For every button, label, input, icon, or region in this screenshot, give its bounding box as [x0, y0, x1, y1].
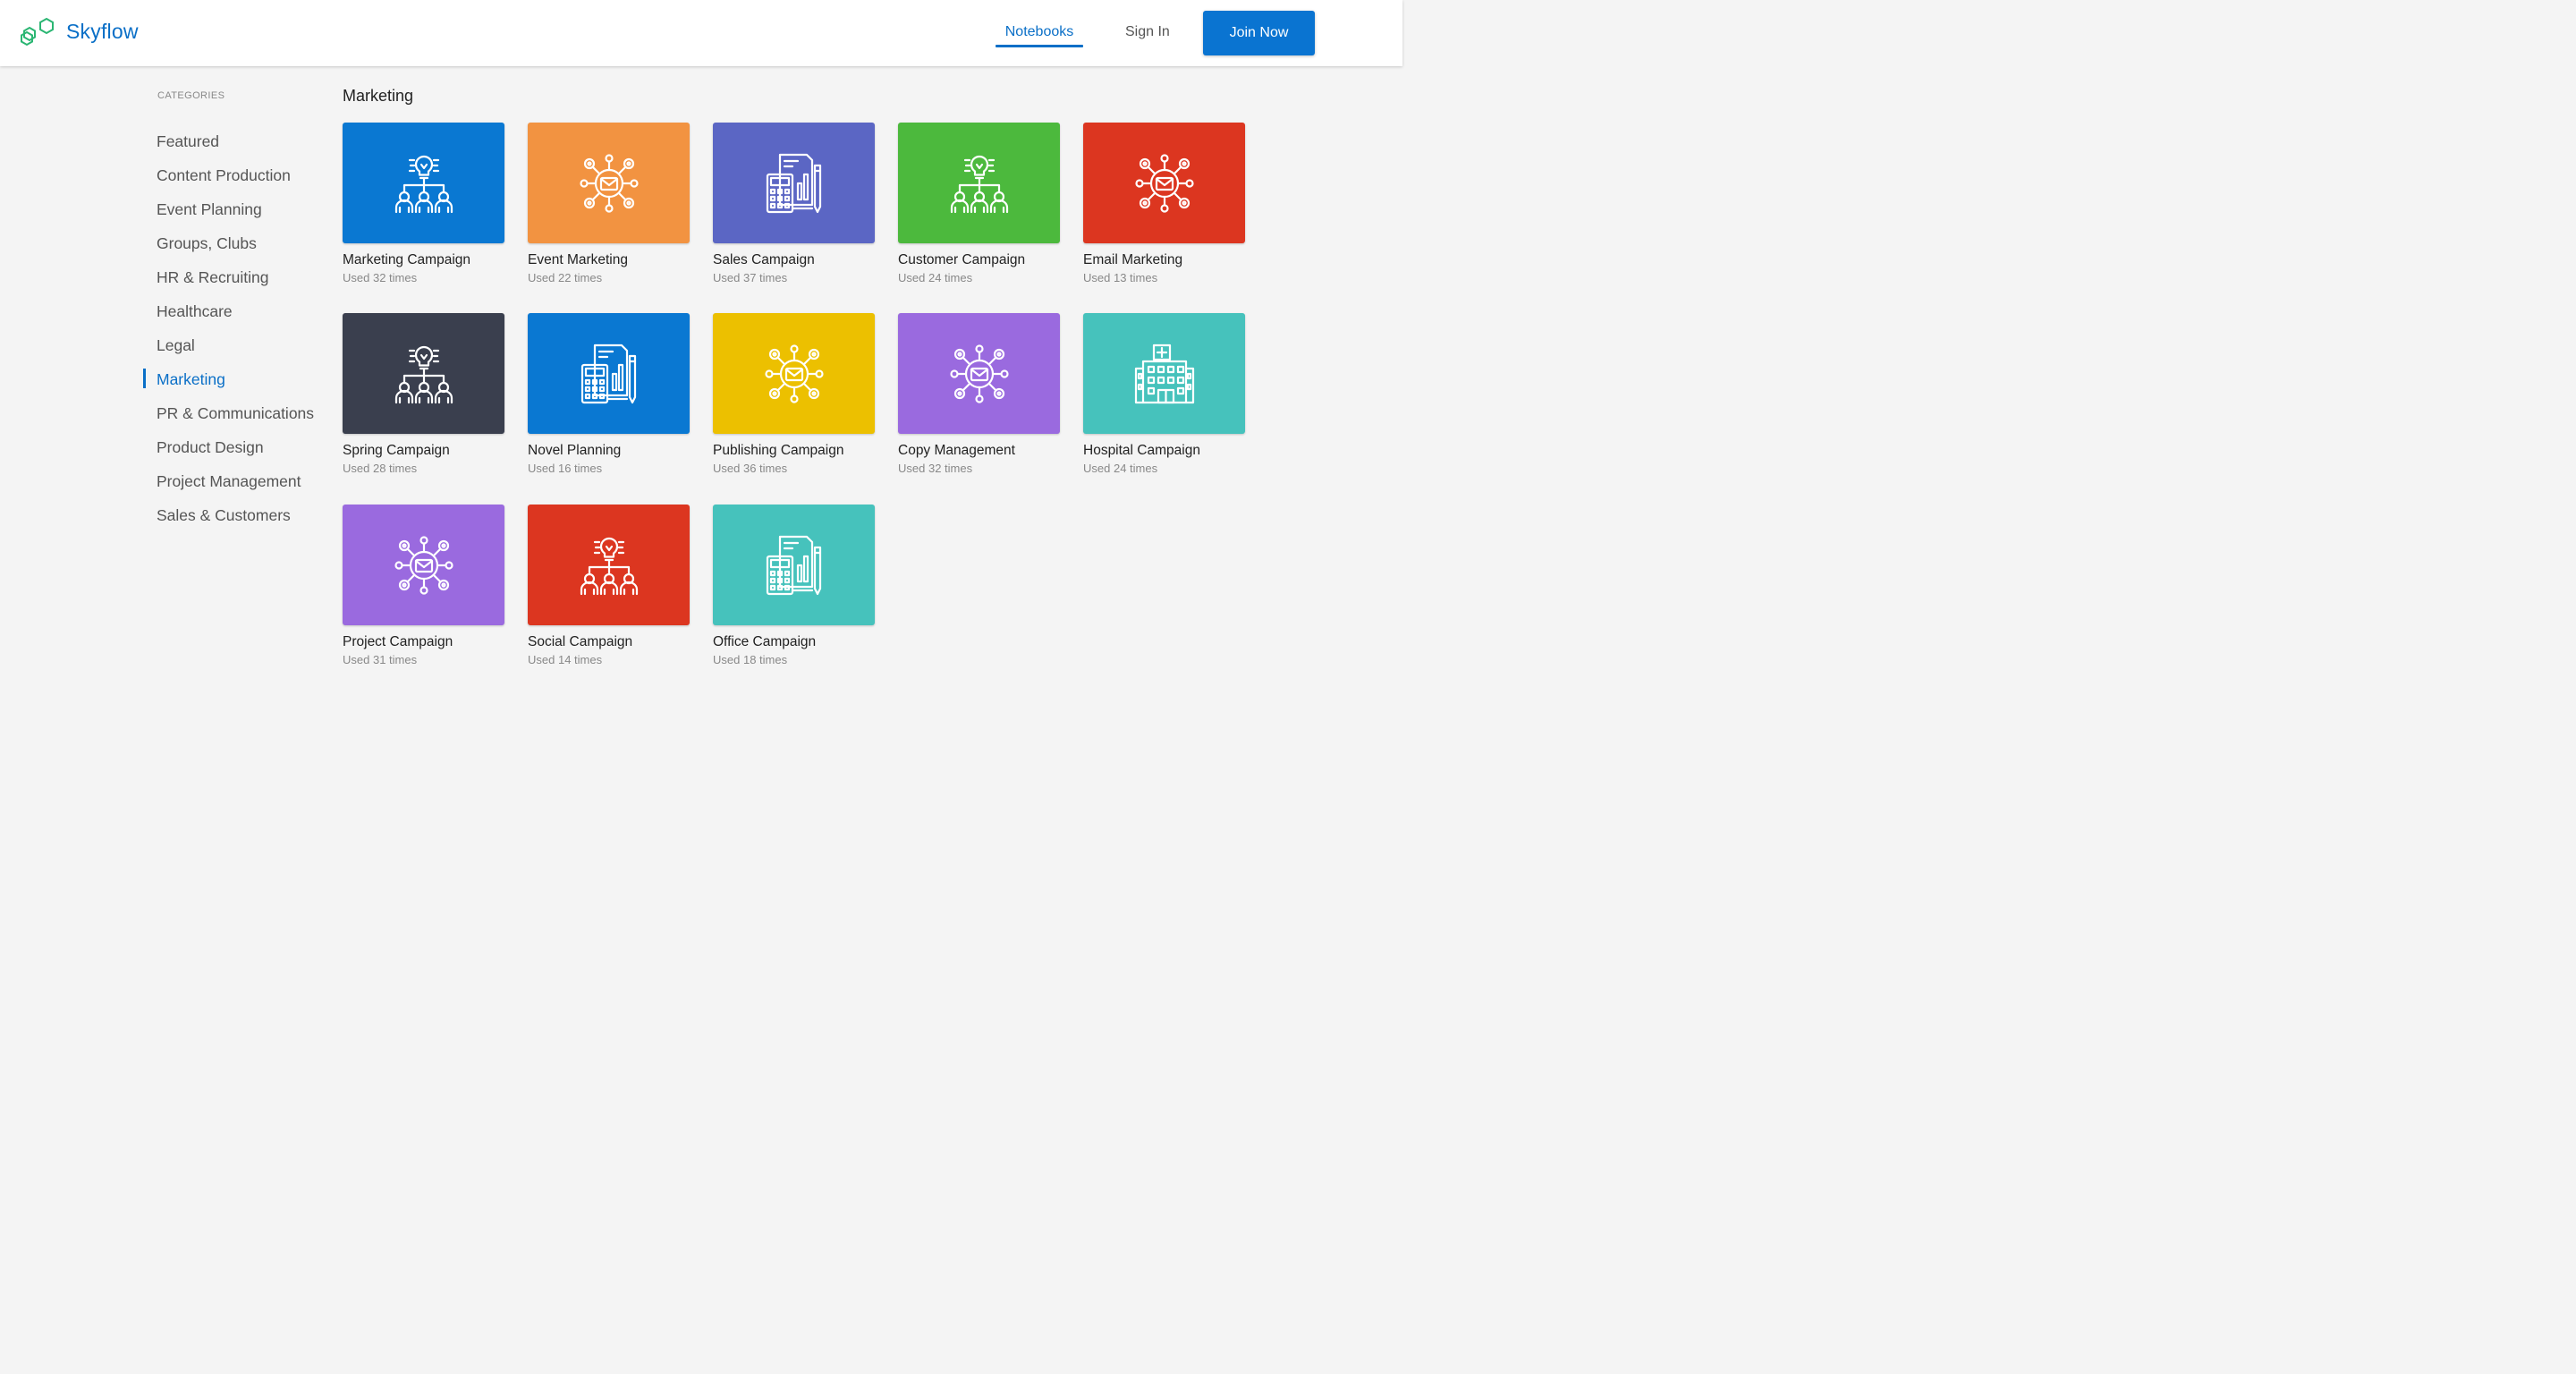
- template-title[interactable]: Sales Campaign: [713, 252, 875, 268]
- nav-sign-in[interactable]: Sign In: [1125, 24, 1170, 40]
- template-card-novel-planning[interactable]: Novel Planning Used 16 times: [528, 313, 690, 475]
- email-network-icon: [949, 344, 1009, 403]
- template-card-event-marketing[interactable]: Event Marketing Used 22 times: [528, 123, 690, 284]
- categories-heading: CATEGORIES: [157, 90, 225, 101]
- template-card-customer-campaign[interactable]: Customer Campaign Used 24 times: [898, 123, 1060, 284]
- template-title[interactable]: Marketing Campaign: [343, 252, 504, 268]
- template-usage-count: Used 32 times: [898, 462, 973, 475]
- hexagons-logo-icon[interactable]: [20, 16, 59, 48]
- email-network-icon: [764, 344, 824, 403]
- template-thumbnail[interactable]: [528, 123, 690, 243]
- template-grid: Marketing Campaign Used 32 times Event Ma…: [343, 123, 1264, 695]
- sidebar-item-pr-and-communications[interactable]: PR & Communications: [143, 403, 314, 437]
- template-usage-count: Used 31 times: [343, 653, 418, 666]
- template-title[interactable]: Copy Management: [898, 443, 1060, 459]
- template-card-spring-campaign[interactable]: Spring Campaign Used 28 times: [343, 313, 504, 475]
- template-usage-count: Used 28 times: [343, 462, 418, 475]
- template-thumbnail[interactable]: [898, 123, 1060, 243]
- template-card-social-campaign[interactable]: Social Campaign Used 14 times: [528, 505, 690, 666]
- calculator-report-icon: [766, 535, 821, 595]
- brand-name[interactable]: Skyflow: [66, 20, 139, 44]
- template-card-email-marketing[interactable]: Email Marketing Used 13 times: [1083, 123, 1245, 284]
- template-thumbnail[interactable]: [898, 313, 1060, 434]
- sidebar-item-featured[interactable]: Featured: [143, 131, 314, 165]
- idea-team-icon: [580, 537, 638, 595]
- sidebar-item-marketing[interactable]: Marketing: [143, 369, 314, 403]
- sidebar-item-hr-and-recruiting[interactable]: HR & Recruiting: [143, 267, 314, 301]
- template-usage-count: Used 16 times: [528, 462, 603, 475]
- template-title[interactable]: Project Campaign: [343, 634, 504, 650]
- template-thumbnail[interactable]: [343, 123, 504, 243]
- categories-list: Featured Content Production Event Planning…: [143, 131, 314, 539]
- template-title[interactable]: Event Marketing: [528, 252, 690, 268]
- template-usage-count: Used 13 times: [1083, 271, 1158, 284]
- template-title[interactable]: Hospital Campaign: [1083, 443, 1245, 459]
- top-header: Skyflow Notebooks Sign In Join Now: [0, 0, 1402, 66]
- template-thumbnail[interactable]: [343, 505, 504, 625]
- template-thumbnail[interactable]: [528, 505, 690, 625]
- template-card-sales-campaign[interactable]: Sales Campaign Used 37 times: [713, 123, 875, 284]
- template-usage-count: Used 24 times: [898, 271, 973, 284]
- template-thumbnail[interactable]: [1083, 313, 1245, 434]
- template-usage-count: Used 14 times: [528, 653, 603, 666]
- template-title[interactable]: Novel Planning: [528, 443, 690, 459]
- sidebar-item-event-planning[interactable]: Event Planning: [143, 199, 314, 233]
- template-card-hospital-campaign[interactable]: Hospital Campaign Used 24 times: [1083, 313, 1245, 475]
- sidebar-item-groups-clubs[interactable]: Groups, Clubs: [143, 233, 314, 267]
- calculator-report-icon: [766, 153, 821, 213]
- template-thumbnail[interactable]: [713, 123, 875, 243]
- template-thumbnail[interactable]: [1083, 123, 1245, 243]
- template-thumbnail[interactable]: [528, 313, 690, 434]
- idea-team-icon: [394, 155, 453, 213]
- calculator-report-icon: [580, 344, 636, 403]
- template-title[interactable]: Customer Campaign: [898, 252, 1060, 268]
- sidebar-item-legal[interactable]: Legal: [143, 335, 314, 369]
- template-title[interactable]: Social Campaign: [528, 634, 690, 650]
- idea-team-icon: [950, 155, 1008, 213]
- sidebar-item-healthcare[interactable]: Healthcare: [143, 301, 314, 335]
- sidebar-item-content-production[interactable]: Content Production: [143, 165, 314, 199]
- template-usage-count: Used 32 times: [343, 271, 418, 284]
- template-usage-count: Used 24 times: [1083, 462, 1158, 475]
- idea-team-icon: [394, 345, 453, 403]
- join-now-button[interactable]: Join Now: [1203, 11, 1315, 55]
- section-title: Marketing: [343, 87, 414, 105]
- email-network-icon: [579, 153, 639, 213]
- template-card-publishing-campaign[interactable]: Publishing Campaign Used 36 times: [713, 313, 875, 475]
- email-network-icon: [1134, 153, 1194, 213]
- template-usage-count: Used 22 times: [528, 271, 603, 284]
- template-title[interactable]: Publishing Campaign: [713, 443, 875, 459]
- nav-notebooks[interactable]: Notebooks: [996, 24, 1083, 40]
- template-title[interactable]: Office Campaign: [713, 634, 875, 650]
- template-card-project-campaign[interactable]: Project Campaign Used 31 times: [343, 505, 504, 666]
- template-card-office-campaign[interactable]: Office Campaign Used 18 times: [713, 505, 875, 666]
- sidebar-item-sales-and-customers[interactable]: Sales & Customers: [143, 505, 314, 539]
- sidebar-item-project-management[interactable]: Project Management: [143, 471, 314, 505]
- hospital-building-icon: [1134, 344, 1194, 403]
- template-usage-count: Used 18 times: [713, 653, 788, 666]
- template-thumbnail[interactable]: [343, 313, 504, 434]
- template-usage-count: Used 37 times: [713, 271, 788, 284]
- template-title[interactable]: Email Marketing: [1083, 252, 1245, 268]
- template-card-marketing-campaign[interactable]: Marketing Campaign Used 32 times: [343, 123, 504, 284]
- active-nav-indicator: [996, 45, 1083, 47]
- sidebar-item-product-design[interactable]: Product Design: [143, 437, 314, 471]
- template-usage-count: Used 36 times: [713, 462, 788, 475]
- email-network-icon: [394, 535, 453, 595]
- template-card-copy-management[interactable]: Copy Management Used 32 times: [898, 313, 1060, 475]
- template-title[interactable]: Spring Campaign: [343, 443, 504, 459]
- template-thumbnail[interactable]: [713, 313, 875, 434]
- template-thumbnail[interactable]: [713, 505, 875, 625]
